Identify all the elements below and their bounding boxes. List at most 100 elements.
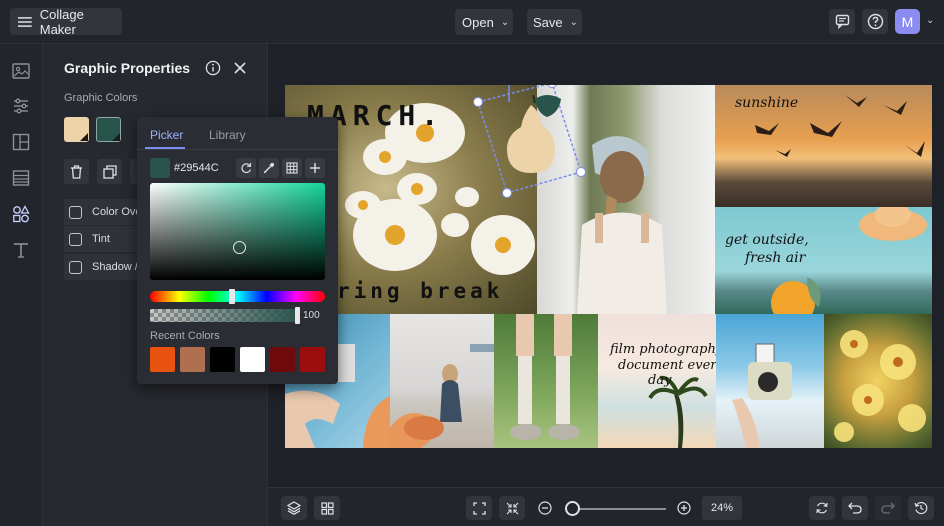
adjustments-icon[interactable]	[11, 96, 31, 116]
opacity-value[interactable]: 100	[303, 310, 320, 321]
top-bar: Collage Maker Open ⌄ Save ⌄ M ⌄	[0, 0, 944, 44]
tab-picker[interactable]: Picker	[150, 128, 183, 142]
chevron-down-icon: ⌄	[569, 16, 579, 28]
actual-size-button[interactable]	[499, 496, 525, 520]
sneakers-image	[510, 314, 580, 440]
help-icon	[867, 13, 883, 30]
chevron-down-icon[interactable]: ⌄	[926, 15, 934, 26]
active-tab-indicator	[145, 147, 185, 149]
graphic-color-swatch-1[interactable]	[64, 117, 89, 142]
texture-icon[interactable]	[11, 168, 31, 188]
resize-handle-top-left[interactable]	[473, 97, 483, 107]
grid-view-icon	[320, 501, 334, 515]
help-button[interactable]	[862, 9, 888, 34]
grid-icon	[286, 162, 298, 174]
save-button[interactable]: Save ⌄	[527, 9, 582, 35]
fresh-air-text: fresh air	[745, 250, 806, 266]
layers-button[interactable]	[281, 496, 307, 520]
user-avatar[interactable]: M	[895, 9, 920, 34]
hex-input[interactable]: #29544C	[174, 162, 219, 174]
sunset-birds-photo[interactable]: sunshine	[715, 85, 932, 207]
grid-swatches-button[interactable]	[282, 158, 302, 178]
history-button[interactable]	[908, 496, 934, 520]
girl-beach-photo[interactable]	[390, 314, 494, 448]
shoes-grass-photo[interactable]	[494, 314, 598, 448]
redo-button[interactable]	[875, 496, 901, 520]
duplicate-button[interactable]	[97, 159, 122, 184]
history-icon	[914, 501, 928, 515]
eyedropper-button[interactable]	[259, 158, 279, 178]
reset-color-button[interactable]	[236, 158, 256, 178]
film-photography-photo[interactable]: film photography. document every day	[598, 314, 716, 448]
open-button[interactable]: Open ⌄	[455, 9, 513, 35]
delete-button[interactable]	[64, 159, 89, 184]
recent-color-swatch[interactable]	[150, 347, 175, 372]
recent-color-swatch[interactable]	[300, 347, 325, 372]
expand-icon	[472, 501, 486, 515]
hue-slider[interactable]	[150, 291, 325, 302]
app-menu-button[interactable]: Collage Maker	[10, 7, 122, 37]
close-icon[interactable]	[234, 62, 246, 74]
add-color-button[interactable]	[305, 158, 325, 178]
graphic-colors-label: Graphic Colors	[64, 92, 138, 104]
corner-arrow-icon	[112, 133, 120, 141]
zoom-in-icon[interactable]	[677, 501, 691, 515]
sunshine-text: sunshine	[735, 95, 799, 111]
graphics-icon[interactable]	[11, 204, 31, 224]
layout-icon[interactable]	[11, 132, 31, 152]
opacity-slider[interactable]	[150, 309, 299, 322]
film-photography-text: film photography.	[610, 342, 716, 357]
hex-row: #29544C	[150, 158, 219, 178]
eyedropper-icon	[263, 162, 275, 174]
recent-color-swatch[interactable]	[270, 347, 295, 372]
resize-handle-bottom-left[interactable]	[502, 188, 512, 198]
undo-button[interactable]	[842, 496, 868, 520]
spring-break-text: ring break	[337, 279, 504, 303]
recent-color-swatch[interactable]	[210, 347, 235, 372]
instax-camera-photo[interactable]	[716, 314, 824, 448]
refresh-icon	[241, 162, 252, 174]
tab-library[interactable]: Library	[209, 128, 246, 142]
chevron-down-icon: ⌄	[500, 16, 510, 28]
comment-icon	[835, 14, 849, 29]
tab-divider	[137, 149, 338, 150]
hamburger-menu-icon	[18, 16, 32, 27]
opacity-slider-handle[interactable]	[295, 307, 300, 324]
color-selector-handle[interactable]	[233, 241, 246, 254]
saturation-value-area[interactable]	[150, 183, 325, 280]
grid-view-button[interactable]	[314, 496, 340, 520]
undo-icon	[848, 502, 862, 514]
resize-handle-bottom-right[interactable]	[576, 167, 586, 177]
hue-slider-handle[interactable]	[229, 289, 235, 304]
tint-checkbox[interactable]	[69, 232, 82, 246]
trash-icon	[71, 164, 82, 179]
recent-colors-label: Recent Colors	[150, 330, 220, 342]
zoom-level[interactable]: 24%	[702, 496, 742, 520]
text-icon[interactable]	[11, 240, 31, 260]
recent-color-swatch[interactable]	[180, 347, 205, 372]
zoom-out-icon[interactable]	[538, 501, 552, 515]
color-overlay-checkbox[interactable]	[69, 205, 82, 219]
bottom-toolbar: 24%	[268, 487, 944, 526]
color-picker-popup: Picker Library #29544C 100 Recent Colors	[137, 117, 338, 384]
image-icon[interactable]	[11, 61, 31, 81]
replace-button[interactable]	[809, 496, 835, 520]
info-icon[interactable]	[205, 60, 221, 76]
collage-canvas[interactable]: sunshine get outside, fresh air film pho…	[285, 85, 932, 448]
fit-to-screen-button[interactable]	[466, 496, 492, 520]
beach-hat-photo[interactable]: get outside, fresh air	[715, 207, 932, 314]
recent-color-swatch[interactable]	[240, 347, 265, 372]
camera-hand-image	[732, 343, 792, 448]
panel-title: Graphic Properties	[64, 60, 191, 76]
pear-graphic[interactable]	[475, 85, 595, 215]
zoom-slider[interactable]	[566, 508, 666, 510]
shadow-checkbox[interactable]	[69, 260, 82, 274]
day-text: day	[648, 373, 672, 388]
zoom-slider-knob[interactable]	[564, 501, 580, 516]
yellow-flowers-photo[interactable]	[824, 314, 932, 448]
graphic-color-swatch-2[interactable]	[96, 117, 121, 142]
tint-label: Tint	[92, 233, 110, 245]
comments-button[interactable]	[829, 9, 855, 34]
document-every-text: document every	[618, 358, 716, 373]
flowers-image	[834, 330, 926, 442]
